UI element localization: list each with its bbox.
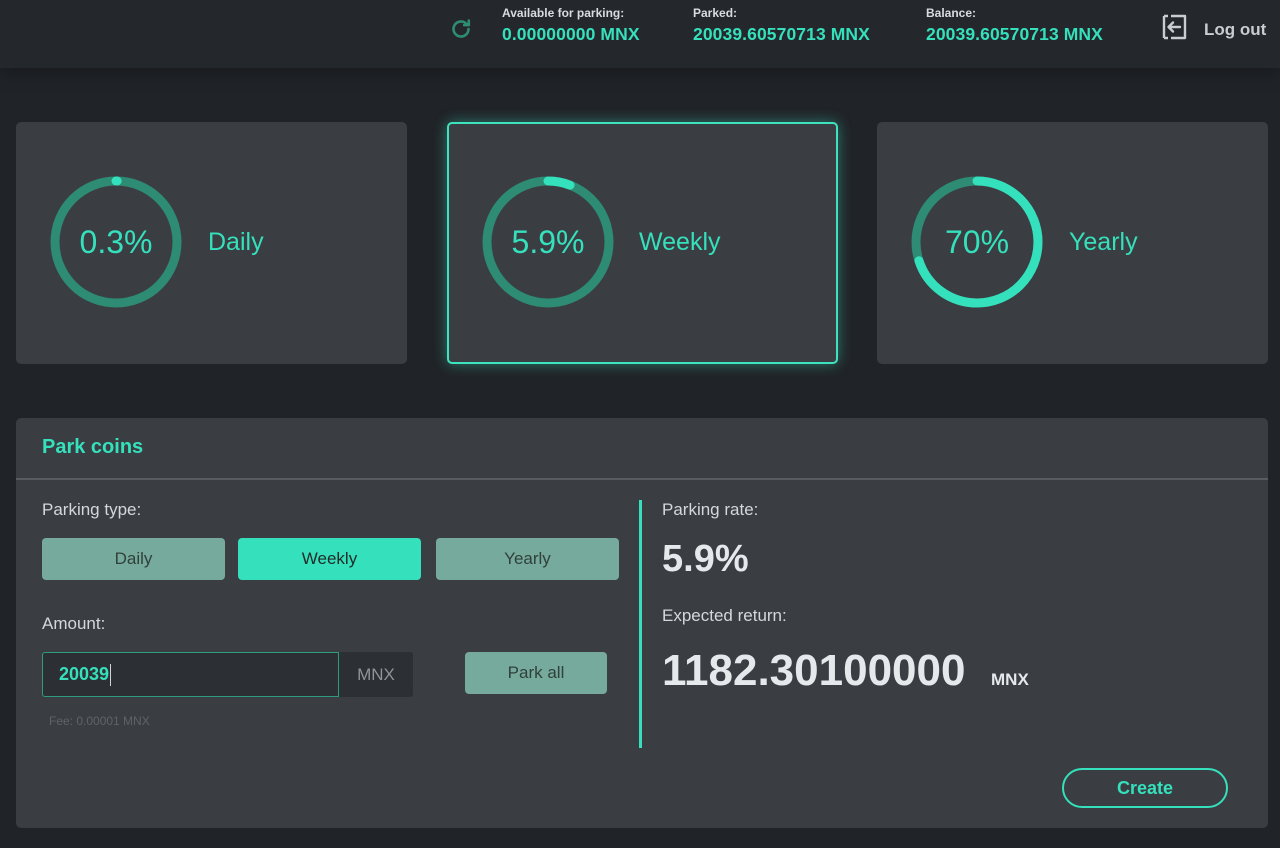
balance-label: Balance: (926, 6, 977, 20)
parking-type-label: Parking type: (42, 500, 142, 519)
top-bar: Available for parking: 0.00000000 MNX Pa… (0, 0, 1280, 68)
available-value: 0.00000000 MNX (502, 24, 640, 44)
park-coins-panel: Park coins Parking type: Daily Weekly Ye… (16, 418, 1268, 828)
logout-icon (1160, 12, 1190, 47)
rate-card-label: Daily (208, 228, 264, 256)
parked-stat: Parked: 20039.60570713 MNX (693, 6, 870, 45)
parking-rate-value: 5.9% (662, 538, 749, 580)
rate-card-label: Yearly (1069, 228, 1138, 256)
amount-label: Amount: (42, 614, 106, 633)
type-button-yearly[interactable]: Yearly (436, 538, 619, 580)
amount-value: 20039 (59, 664, 110, 684)
text-caret (110, 663, 112, 686)
vertical-divider (639, 500, 642, 748)
rate-card-yearly[interactable]: 70% Yearly (877, 122, 1268, 364)
rate-percent: 0.3% (79, 223, 153, 260)
rate-card-daily[interactable]: 0.3% Daily (16, 122, 407, 364)
park-all-button[interactable]: Park all (465, 652, 607, 694)
rate-percent: 70% (944, 223, 1010, 260)
amount-unit: MNX (339, 652, 413, 697)
available-stat: Available for parking: 0.00000000 MNX (502, 6, 640, 45)
amount-input[interactable]: 20039 (42, 652, 339, 697)
fee-text: Fee: 0.00001 MNX (49, 714, 150, 728)
rate-card-weekly[interactable]: 5.9% Weekly (447, 122, 838, 364)
panel-title: Park coins (42, 436, 144, 458)
create-button[interactable]: Create (1062, 768, 1228, 808)
balance-stat: Balance: 20039.60570713 MNX (926, 6, 1103, 45)
type-button-daily[interactable]: Daily (42, 538, 225, 580)
rate-percent: 5.9% (511, 223, 585, 260)
expected-return-unit: MNX (991, 670, 1029, 689)
type-button-weekly[interactable]: Weekly (238, 538, 421, 580)
rate-card-label: Weekly (639, 228, 721, 256)
parked-value: 20039.60570713 MNX (693, 24, 870, 44)
expected-return-value: 1182.30100000 (662, 646, 966, 695)
logout-button[interactable]: Log out (1160, 12, 1266, 47)
balance-value: 20039.60570713 MNX (926, 24, 1103, 44)
available-label: Available for parking: (502, 6, 625, 20)
divider (16, 478, 1268, 480)
parked-label: Parked: (693, 6, 738, 20)
refresh-icon[interactable] (448, 16, 474, 42)
parking-rate-label: Parking rate: (662, 500, 759, 519)
logout-label: Log out (1204, 19, 1267, 39)
expected-return-label: Expected return: (662, 606, 787, 625)
